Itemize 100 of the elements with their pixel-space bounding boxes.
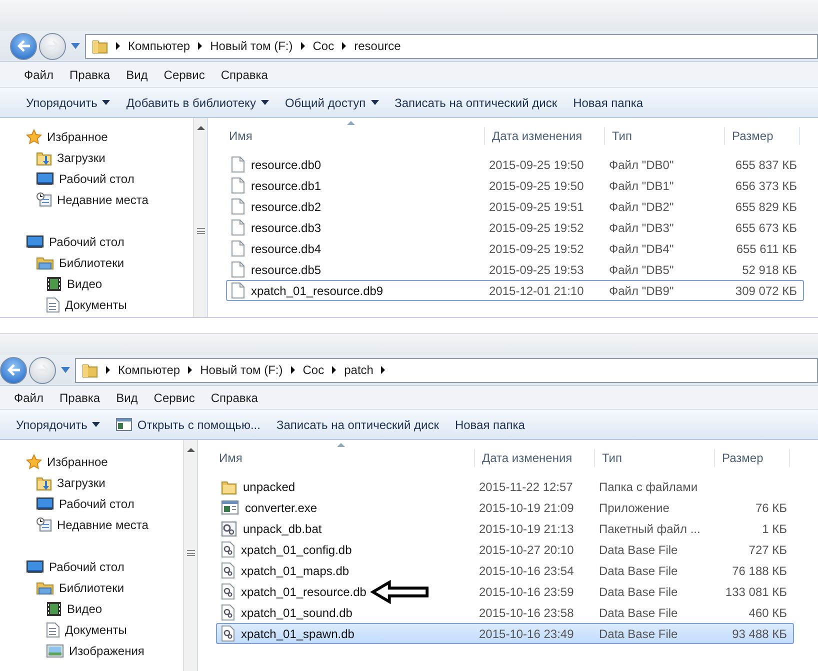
- address-bar[interactable]: Компьютер Новый том (F:) Coc patch: [75, 358, 818, 382]
- chevron-icon[interactable]: [290, 366, 295, 374]
- scroll-up-icon[interactable]: [187, 448, 195, 452]
- nav-item[interactable]: Документы: [0, 619, 183, 640]
- modified-date: 2015-10-27 20:10: [479, 542, 574, 556]
- history-dropdown-icon[interactable]: [61, 367, 70, 373]
- file-row[interactable]: xpatch_01_sound.db 2015-10-16 23:58 Data Base File 460 КБ: [216, 602, 794, 623]
- nav-item[interactable]: Библиотеки: [0, 252, 193, 273]
- column-header[interactable]: Тип: [595, 449, 715, 467]
- toolbar-button[interactable]: Упорядочить: [8, 412, 108, 436]
- forward-button[interactable]: [29, 356, 56, 384]
- chevron-icon[interactable]: [188, 366, 192, 374]
- menu-item[interactable]: Сервис: [156, 64, 213, 86]
- back-button[interactable]: [0, 356, 27, 384]
- file-size: 76 КБ: [755, 500, 787, 514]
- breadcrumb-item[interactable]: Coc: [302, 361, 324, 379]
- sort-arrow-icon[interactable]: [337, 443, 345, 447]
- chevron-icon[interactable]: [300, 42, 305, 50]
- nav-item[interactable]: Библиотеки: [0, 577, 183, 598]
- toolbar-button[interactable]: Упорядочить: [18, 90, 118, 114]
- toolbar-button[interactable]: Записать на оптический диск: [386, 90, 566, 114]
- file-row[interactable]: xpatch_01_config.db 2015-10-27 20:10 Data Base File 727 КБ: [216, 539, 794, 560]
- file-row[interactable]: xpatch_01_spawn.db 2015-10-16 23:49 Data Base File 93 488 КБ: [216, 623, 794, 644]
- file-row[interactable]: resource.db3 2015-09-25 19:52 Файл "DB3" 655 673 КБ: [226, 217, 804, 238]
- column-header[interactable]: Имя: [222, 127, 485, 145]
- nav-item[interactable]: Загрузки: [0, 147, 193, 168]
- back-button[interactable]: [10, 32, 37, 60]
- column-header[interactable]: Дата изменения: [485, 127, 605, 145]
- breadcrumb-item[interactable]: resource: [354, 37, 401, 55]
- chevron-icon[interactable]: [381, 366, 386, 374]
- breadcrumb-item[interactable]: Coc: [312, 37, 334, 55]
- nav-item[interactable]: Рабочий стол: [0, 168, 193, 189]
- toolbar-button[interactable]: Новая папка: [565, 90, 652, 114]
- file-row[interactable]: converter.exe 2015-10-19 21:09 Приложение 76 КБ: [216, 497, 794, 518]
- column-header[interactable]: Имя: [212, 449, 475, 467]
- sort-arrow-icon[interactable]: [347, 121, 355, 125]
- chevron-icon[interactable]: [342, 42, 346, 50]
- chevron-icon[interactable]: [198, 42, 202, 50]
- chevron-icon[interactable]: [106, 366, 110, 374]
- column-header[interactable]: Размер: [725, 127, 800, 145]
- nav-item[interactable]: Недавние места: [0, 514, 183, 535]
- menu-item[interactable]: Правка: [62, 64, 118, 86]
- breadcrumb-item[interactable]: Новый том (F:): [200, 361, 283, 379]
- file-row[interactable]: unpack_db.bat 2015-10-19 21:13 Пакетный файл ... 1 КБ: [216, 518, 794, 539]
- toolbar-button[interactable]: Добавить в библиотеку: [118, 90, 277, 114]
- file-row[interactable]: resource.db5 2015-09-25 19:53 Файл "DB5" 52 918 КБ: [226, 259, 804, 280]
- breadcrumb-item[interactable]: Компьютер: [118, 361, 180, 379]
- nav-item[interactable]: Рабочий стол: [0, 493, 183, 514]
- menu-item[interactable]: Вид: [108, 386, 146, 408]
- forward-button[interactable]: [39, 32, 66, 60]
- toolbar-button[interactable]: Записать на оптический диск: [268, 412, 447, 436]
- column-header[interactable]: Тип: [605, 127, 725, 145]
- menu-item[interactable]: Правка: [52, 386, 108, 408]
- nav-item[interactable]: Рабочий стол: [0, 231, 193, 252]
- address-bar[interactable]: Компьютер Новый том (F:) Coc resource: [85, 34, 818, 58]
- history-dropdown-icon[interactable]: [71, 43, 80, 49]
- nav-item[interactable]: Видео: [0, 598, 183, 619]
- file-row[interactable]: resource.db1 2015-09-25 19:50 Файл "DB1" 656 373 КБ: [226, 175, 804, 196]
- chevron-icon[interactable]: [332, 366, 336, 374]
- scroll-grip-icon[interactable]: [197, 228, 205, 234]
- menu-item[interactable]: Справка: [202, 386, 266, 408]
- file-icon: [231, 198, 245, 215]
- file-row[interactable]: resource.db0 2015-09-25 19:50 Файл "DB0" 655 837 КБ: [226, 154, 804, 175]
- file-row[interactable]: xpatch_01_maps.db 2015-10-16 23:54 Data Base File 76 188 КБ: [216, 560, 794, 581]
- chevron-icon[interactable]: [116, 42, 120, 50]
- breadcrumb-item[interactable]: Компьютер: [128, 37, 190, 55]
- file-row[interactable]: xpatch_01_resource.db 2015-10-16 23:59 Data Base File 133 081 КБ: [216, 581, 794, 602]
- file-size: 655 837 КБ: [735, 158, 797, 172]
- toolbar-button[interactable]: Новая папка: [446, 412, 533, 436]
- column-header[interactable]: Дата изменения: [475, 449, 595, 467]
- file-row[interactable]: resource.db2 2015-09-25 19:51 Файл "DB2" 655 829 КБ: [226, 196, 804, 217]
- menu-item[interactable]: Справка: [212, 64, 276, 86]
- file-type: Файл "DB0": [609, 158, 674, 172]
- toolbar-button[interactable]: Открыть с помощью...: [108, 412, 268, 436]
- column-header[interactable]: Размер: [715, 449, 790, 467]
- nav-item[interactable]: Загрузки: [0, 472, 183, 493]
- nav-item[interactable]: Недавние места: [0, 189, 193, 210]
- nav-item[interactable]: Изображения: [0, 640, 183, 661]
- menu-item[interactable]: Файл: [6, 386, 52, 408]
- menu-item[interactable]: Сервис: [146, 386, 203, 408]
- file-name: converter.exe: [245, 500, 318, 516]
- file-row[interactable]: unpacked 2015-11-22 12:57 Папка с файлами: [216, 476, 794, 497]
- toolbar-button[interactable]: Общий доступ: [276, 90, 387, 114]
- file-name: xpatch_01_spawn.db: [241, 626, 354, 642]
- scroll-grip-icon[interactable]: [187, 550, 195, 556]
- menu-item[interactable]: Файл: [16, 64, 62, 86]
- nav-item[interactable]: Документы: [0, 294, 193, 315]
- nav-item[interactable]: Видео: [0, 273, 193, 294]
- file-size: 93 488 КБ: [732, 626, 787, 640]
- nav-item[interactable]: Рабочий стол: [0, 556, 183, 577]
- breadcrumb-item[interactable]: patch: [344, 361, 374, 379]
- nav-item[interactable]: Избранное: [0, 126, 193, 147]
- scroll-up-icon[interactable]: [197, 126, 205, 130]
- library-icon: [36, 254, 54, 270]
- file-row[interactable]: resource.db4 2015-09-25 19:52 Файл "DB4" 655 611 КБ: [226, 238, 804, 259]
- file-row[interactable]: xpatch_01_resource.db9 2015-12-01 21:10 Файл "DB9" 309 072 КБ: [226, 280, 804, 301]
- nav-item[interactable]: Избранное: [0, 451, 183, 472]
- gear-file-icon: [221, 604, 235, 621]
- breadcrumb-item[interactable]: Новый том (F:): [210, 37, 293, 55]
- menu-item[interactable]: Вид: [118, 64, 156, 86]
